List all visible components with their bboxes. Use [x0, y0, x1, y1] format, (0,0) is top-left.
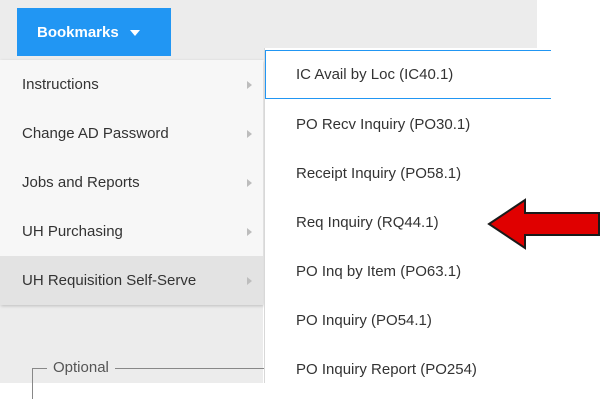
submenu-item-receipt-inquiry[interactable]: Receipt Inquiry (PO58.1) [265, 149, 601, 198]
red-arrow-left-icon [487, 198, 600, 250]
optional-legend: Optional [47, 359, 115, 376]
chevron-right-icon [247, 227, 252, 236]
menu-item-label: UH Requisition Self-Serve [22, 272, 197, 289]
menu-item-instructions[interactable]: Instructions [0, 60, 263, 109]
submenu-item-label: PO Recv Inquiry (PO30.1) [296, 116, 471, 133]
menu-item-label: UH Purchasing [22, 223, 123, 240]
bookmarks-button[interactable]: Bookmarks [17, 8, 171, 56]
submenu-item-po-inquiry-report[interactable]: PO Inquiry Report (PO254) [265, 345, 601, 394]
menu-item-uh-purchasing[interactable]: UH Purchasing [0, 207, 263, 256]
menu-item-label: Change AD Password [22, 125, 169, 142]
menu-item-label: Jobs and Reports [22, 174, 140, 191]
submenu-item-label: IC Avail by Loc (IC40.1) [296, 66, 454, 83]
submenu-item-label: Req Inquiry (RQ44.1) [296, 214, 439, 231]
menu-item-label: Instructions [22, 76, 99, 93]
chevron-right-icon [247, 178, 252, 187]
menu-item-jobs-and-reports[interactable]: Jobs and Reports [0, 158, 263, 207]
submenu-item-label: Receipt Inquiry (PO58.1) [296, 165, 462, 182]
optional-fieldset: Optional [32, 359, 273, 399]
chevron-right-icon [247, 129, 252, 138]
submenu-item-label: PO Inq by Item (PO63.1) [296, 263, 462, 280]
submenu-item-po-recv-inquiry[interactable]: PO Recv Inquiry (PO30.1) [265, 100, 601, 149]
caret-down-icon [129, 30, 140, 36]
submenu-item-po-inq-by-item[interactable]: PO Inq by Item (PO63.1) [265, 247, 601, 296]
menu-item-uh-requisition-self-serve[interactable]: UH Requisition Self-Serve [0, 256, 263, 305]
submenu-item-ic-avail-by-loc[interactable]: IC Avail by Loc (IC40.1) [265, 50, 551, 99]
submenu-item-po-inquiry[interactable]: PO Inquiry (PO54.1) [265, 296, 601, 345]
submenu-item-label: PO Inquiry Report (PO254) [296, 361, 477, 378]
menu-item-change-ad-password[interactable]: Change AD Password [0, 109, 263, 158]
submenu-item-label: PO Inquiry (PO54.1) [296, 312, 432, 329]
chevron-right-icon [247, 80, 252, 89]
chevron-right-icon [247, 276, 252, 285]
bookmarks-label: Bookmarks [37, 23, 119, 41]
bookmarks-menu: Instructions Change AD Password Jobs and… [0, 60, 263, 305]
